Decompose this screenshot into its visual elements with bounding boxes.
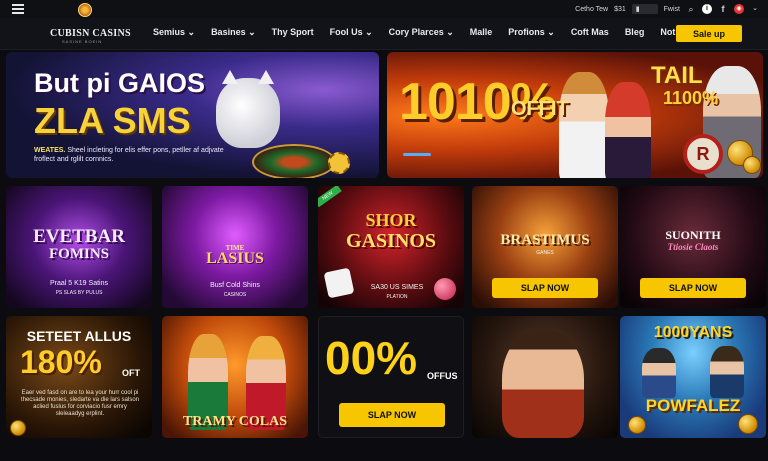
hero-right-badge-percent: 1100% (663, 88, 719, 108)
game-title: SUONITH (665, 228, 721, 242)
top-utility-bar: Cetho Tew $31 ▮ Fwist ⌕ i f ◉ ⌄ (0, 0, 768, 18)
game-title-line2: Ttiosie Claots (667, 242, 719, 252)
play-now-button[interactable]: SLAP NOW (339, 403, 445, 427)
promo-percent: 00% (325, 332, 418, 384)
nav-item-fool-us[interactable]: Fool Us ⌄ (330, 27, 373, 38)
game-card[interactable] (472, 316, 618, 438)
nav-item-semius[interactable]: Semius ⌄ (153, 27, 195, 38)
ball-icon (434, 278, 456, 300)
hero-left-title: But pi GAIOS (34, 68, 205, 98)
character-illustration (502, 330, 584, 438)
coin-icon (743, 156, 761, 174)
nav-menu: Semius ⌄ Basines ⌄ Thy Sport Fool Us ⌄ C… (153, 27, 718, 38)
game-subtitle: Busf Cold Shins (210, 282, 260, 289)
character-illustration (605, 82, 651, 178)
game-card[interactable]: SETEET ALLUS 180% OFT Eaer ved fasd on a… (6, 316, 152, 438)
chip-stack-icon (328, 152, 350, 174)
game-subtitle-small: GANES (536, 250, 554, 256)
cat-illustration (216, 70, 280, 148)
game-card[interactable]: EVETBAR FOMINS Praal 5 K19 Satins PS SLA… (6, 186, 152, 308)
nav-item-cory-plarces[interactable]: Cory Plarces ⌄ (389, 27, 454, 38)
carousel-indicator[interactable] (403, 153, 431, 156)
game-title: TRAMY COLAS (182, 414, 288, 429)
play-now-button[interactable]: SLAP NOW (492, 278, 598, 298)
game-title-line2: POWFALEZ (645, 396, 741, 415)
balance-text: $31 (614, 5, 626, 13)
brand-tagline: SASINE BOEIN (62, 39, 103, 44)
game-title: 1000YANS (653, 324, 733, 341)
game-card[interactable]: 1000YANS POWFALEZ (620, 316, 766, 438)
nav-item-bleg[interactable]: Bleg (625, 27, 645, 38)
wallet-dropdown[interactable]: ▮ (631, 4, 658, 14)
play-now-button[interactable]: SLAP NOW (640, 278, 746, 298)
nav-item-coft-mas[interactable]: Coft Mas (571, 27, 609, 38)
hero-left-subtitle: ZLA SMS (34, 100, 191, 141)
main-navigation: CUBISN CASINS SASINE BOEIN Semius ⌄ Basi… (0, 18, 768, 50)
character-illustration (710, 346, 744, 398)
facebook-icon[interactable]: f (718, 4, 728, 14)
promo-percent-suffix: OFT (122, 368, 140, 378)
roulette-wheel-icon (252, 144, 336, 178)
character-illustration (559, 72, 609, 178)
account-text: Cetho Tew (575, 5, 609, 13)
globe-icon[interactable]: ◉ (734, 4, 744, 14)
coin-icon (628, 416, 646, 434)
nav-item-basines[interactable]: Basines ⌄ (211, 27, 256, 38)
game-title: BRASTIMUS (500, 232, 590, 248)
hero-left-desc-bold: WEATES. (34, 147, 66, 154)
nav-item-malle[interactable]: Malle (470, 27, 493, 38)
promo-title: SETEET ALLUS (26, 328, 132, 344)
dice-icon (323, 267, 355, 299)
game-card[interactable]: TIME LASIUS Busf Cold Shins CASINOS (162, 186, 308, 308)
nav-item-sport[interactable]: Thy Sport (272, 27, 314, 38)
hero-banner-right[interactable]: 1010% OFFIT TAIL 1100% R (387, 52, 763, 178)
game-subtitle: Praal 5 K19 Satins (50, 280, 108, 287)
poker-chip-icon: R (683, 134, 723, 174)
hero-right-badge: TAIL (651, 62, 703, 89)
coin-icon (10, 420, 26, 436)
promo-percent-suffix: OFFUS (427, 371, 458, 381)
new-badge: NEW (318, 186, 342, 208)
search-icon[interactable]: ⌕ (686, 4, 696, 14)
game-title-line2: GASINOS (345, 230, 437, 252)
hero-left-description: WEATES. Sheel incleting for elis effer p… (34, 146, 234, 164)
casino-logo-icon (78, 3, 92, 17)
character-illustration (642, 348, 676, 398)
game-card[interactable]: NEW SHOR GASINOS SA30 US SIMES PLATION (318, 186, 464, 308)
promo-description: Eaer ved fasd on are to lea your hurr co… (20, 390, 140, 417)
menu-icon[interactable] (12, 4, 24, 14)
coin-icon (738, 414, 758, 434)
user-text[interactable]: Fwist (664, 6, 680, 13)
game-title: SHOR (365, 210, 417, 230)
info-icon[interactable]: i (702, 4, 712, 14)
game-title-line2: LASIUS (206, 250, 264, 267)
signup-button[interactable]: Sale up (676, 25, 742, 42)
game-title: EVETBAR (33, 226, 125, 247)
game-card[interactable]: TRAMY COLAS (162, 316, 308, 438)
game-subtitle-small: CASINOS (223, 292, 247, 298)
hero-right-offit: OFFIT (511, 98, 569, 120)
hero-banner-left[interactable]: But pi GAIOS ZLA SMS WEATES. Sheel incle… (6, 52, 379, 178)
game-subtitle-small: PS SLAS BY PULUS (55, 290, 103, 296)
top-right-controls: Cetho Tew $31 ▮ Fwist ⌕ i f ◉ ⌄ (575, 2, 760, 16)
nav-item-profions[interactable]: Profions ⌄ (508, 27, 555, 38)
game-card[interactable]: SUONITH Ttiosie Claots SLAP NOW (620, 186, 766, 308)
chevron-down-icon[interactable]: ⌄ (750, 4, 760, 14)
game-card[interactable]: BRASTIMUS GANES SLAP NOW (472, 186, 618, 308)
brand-name[interactable]: CUBISN CASINS (50, 28, 131, 39)
game-card[interactable]: 00% OFFUS SLAP NOW (318, 316, 464, 438)
game-title-line2: FOMINS (49, 246, 109, 262)
promo-percent: 180% (20, 344, 102, 380)
